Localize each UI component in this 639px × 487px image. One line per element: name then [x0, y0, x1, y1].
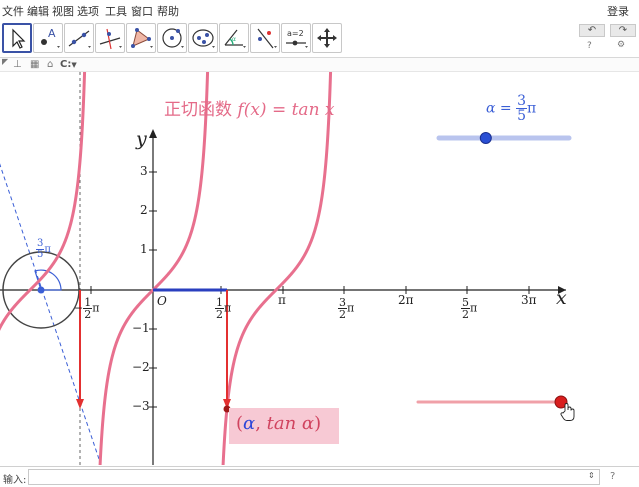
y-axis-label: y	[136, 128, 147, 150]
point-capture-menu[interactable]: C:▼	[60, 59, 77, 70]
circle-angle-label: 35π	[36, 238, 51, 260]
reflect-icon	[257, 28, 277, 49]
ellipse-icon	[192, 29, 215, 48]
alpha-slider-label: α = 35π	[486, 93, 537, 124]
x-tick-pi: π	[278, 293, 286, 307]
polygon-tool-button[interactable]	[126, 23, 156, 53]
x-tick-3half-pi: 32π	[338, 296, 355, 321]
input-help-icon[interactable]: ?	[610, 471, 615, 482]
line-icon	[68, 30, 91, 48]
y-tick-neg3: −3	[132, 399, 150, 413]
style-bar: ◤ ⊥ ▦ ⌂ C:▼	[0, 57, 639, 72]
home-icon[interactable]: ⌂	[47, 59, 53, 70]
angle-tool-button[interactable]: α	[219, 23, 249, 53]
input-field[interactable]	[28, 469, 600, 485]
point-icon: A	[41, 27, 60, 48]
point-coordinate-label: (α, tan α)	[229, 408, 339, 444]
menubar: 文件 编辑 视图 选项 工具 窗口 帮助 登录	[0, 0, 639, 19]
input-bar: 输入: ⇕ ?	[0, 466, 639, 487]
toolbar: A α a=2 ↶ ↷ ? ⚙	[0, 19, 639, 57]
polygon-icon	[131, 28, 153, 48]
move-tool-button[interactable]	[2, 23, 32, 53]
menu-view[interactable]: 视图	[52, 3, 74, 19]
x-tick-2pi: 2π	[398, 293, 414, 307]
circle-icon	[162, 28, 184, 48]
cursor-arrow-icon	[12, 28, 26, 49]
input-label: 输入:	[3, 475, 27, 486]
x-tick-5half-pi: 52π	[461, 296, 478, 321]
redo-button[interactable]: ↷	[610, 24, 636, 37]
x-axis-label: x	[556, 287, 567, 309]
menu-help[interactable]: 帮助	[157, 3, 179, 19]
angle-icon: α	[224, 29, 246, 48]
y-tick-1: 1	[140, 242, 148, 256]
line-tool-button[interactable]	[64, 23, 94, 53]
origin-label: O	[157, 294, 167, 308]
axes-toggle-icon[interactable]: ⊥	[13, 59, 22, 70]
svg-text:α: α	[232, 36, 236, 43]
login-button[interactable]: 登录	[607, 3, 629, 19]
circle-tool-button[interactable]	[157, 23, 187, 53]
x-tick-3pi: 3π	[521, 293, 537, 307]
menu-options[interactable]: 选项	[77, 3, 99, 19]
move-view-tool-button[interactable]	[312, 23, 342, 53]
slider-tool-button[interactable]: a=2	[281, 23, 311, 53]
graph-title: 正切函数 f(x) = tan x	[164, 100, 335, 120]
reflect-tool-button[interactable]	[250, 23, 280, 53]
perpendicular-icon	[99, 28, 122, 50]
tangent-curve-right-branch[interactable]	[221, 72, 333, 465]
x-tick-neg-half-pi: −1 2 π	[74, 296, 100, 321]
x-tick-half-pi: 12π	[215, 296, 232, 321]
y-axis-arrow	[149, 129, 157, 138]
svg-text:a=2: a=2	[287, 29, 304, 38]
ellipse-tool-button[interactable]	[188, 23, 218, 53]
spin-arrows-icon[interactable]: ⇕	[588, 471, 595, 480]
circle-center-point[interactable]	[37, 286, 45, 294]
y-tick-2: 2	[140, 203, 148, 217]
menu-window[interactable]: 窗口	[131, 3, 153, 19]
y-tick-neg2: −2	[132, 360, 150, 374]
perpendicular-tool-button[interactable]	[95, 23, 125, 53]
graphics-canvas[interactable]	[0, 72, 639, 465]
chevron-down-icon: ▼	[71, 61, 77, 69]
alpha-slider-handle[interactable]	[479, 132, 492, 144]
undo-button[interactable]: ↶	[579, 24, 605, 37]
menu-tools[interactable]: 工具	[105, 3, 127, 19]
menu-file[interactable]: 文件	[2, 3, 24, 19]
gear-icon[interactable]: ⚙	[617, 40, 625, 50]
y-tick-neg1: −1	[132, 321, 150, 335]
help-icon[interactable]: ?	[587, 41, 592, 51]
grid-toggle-icon[interactable]: ▦	[30, 59, 39, 70]
move-arrows-icon	[317, 28, 337, 48]
collapse-triangle-icon[interactable]: ◤	[2, 57, 8, 66]
point-tool-button[interactable]: A	[33, 23, 63, 53]
y-tick-3: 3	[140, 164, 148, 178]
menu-edit[interactable]: 编辑	[27, 3, 49, 19]
slider-icon: a=2	[286, 29, 308, 48]
graphics-view[interactable]: 正切函数 f(x) = tan x α = 35π 35π y x 3 2 1 …	[0, 72, 639, 465]
svg-text:A: A	[48, 27, 56, 40]
